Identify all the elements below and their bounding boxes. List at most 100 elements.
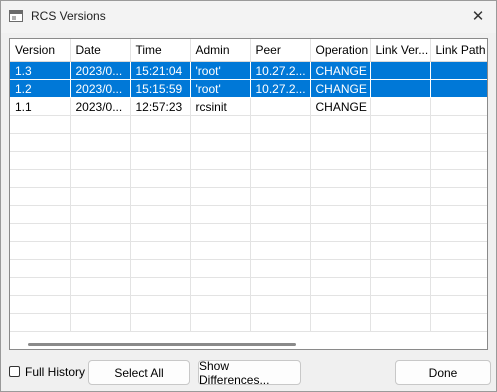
empty-cell [190,259,251,278]
empty-cell [130,151,191,170]
empty-cell [370,205,431,224]
empty-cell [250,241,311,260]
column-header-link-version[interactable]: Link Ver... [370,39,431,62]
empty-cell [130,241,191,260]
empty-cell [430,277,487,296]
empty-cell [250,313,311,332]
empty-cell [310,241,371,260]
empty-cell [370,241,431,260]
empty-cell [310,313,371,332]
cell-link-version [370,97,431,116]
empty-cell [250,133,311,152]
column-header-admin[interactable]: Admin [190,39,251,62]
rcs-versions-dialog: RCS Versions ✕ Version Date Time Admin P… [0,0,497,392]
cell-peer: 10.27.2... [250,61,311,80]
full-history-checkbox[interactable] [9,366,20,377]
cell-admin: 'root' [190,79,251,98]
empty-cell [190,241,251,260]
empty-cell [310,151,371,170]
empty-cell [130,169,191,188]
empty-cell [190,187,251,206]
empty-cell [310,187,371,206]
cell-date: 2023/0... [70,79,131,98]
empty-cell [190,205,251,224]
full-history-label[interactable]: Full History [25,365,85,379]
cell-date: 2023/0... [70,97,131,116]
window-title: RCS Versions [31,9,106,23]
column-header-version[interactable]: Version [10,39,71,62]
empty-cell [10,277,71,296]
empty-row [10,133,487,152]
empty-cell [310,295,371,314]
empty-cell [70,259,131,278]
empty-cell [130,187,191,206]
versions-table: Version Date Time Admin Peer Operation L… [10,39,487,332]
empty-row [10,313,487,332]
table-row[interactable]: 1.2 2023/0... 15:15:59'root' 10.27.2... CHAN… [10,79,487,98]
empty-cell [10,295,71,314]
empty-row [10,169,487,188]
empty-cell [130,205,191,224]
cell-version: 1.2 [10,79,71,98]
show-differences-button[interactable]: Show Differences... [198,359,301,387]
cell-peer [250,97,311,116]
empty-cell [190,277,251,296]
empty-cell [190,295,251,314]
empty-row [10,205,487,224]
empty-cell [10,115,71,134]
empty-cell [250,187,311,206]
empty-row [10,241,487,260]
empty-cell [70,241,131,260]
empty-cell [130,115,191,134]
empty-cell [430,187,487,206]
empty-cell [70,295,131,314]
cell-link-path [430,97,487,116]
table-row[interactable]: 1.1 2023/0... 12:57:23 rcsinit CHANGE [10,97,487,116]
empty-cell [250,205,311,224]
empty-cell [310,115,371,134]
done-button[interactable]: Done [395,360,491,385]
empty-cell [70,223,131,242]
empty-cell [70,313,131,332]
column-header-time[interactable]: Time [130,39,191,62]
empty-cell [190,223,251,242]
empty-cell [430,223,487,242]
empty-cell [250,169,311,188]
empty-row [10,223,487,242]
horizontal-scrollbar-thumb[interactable] [28,343,296,346]
select-all-button[interactable]: Select All [88,360,190,385]
cell-link-path [430,79,487,98]
close-icon[interactable]: ✕ [466,5,490,27]
versions-list[interactable]: Version Date Time Admin Peer Operation L… [9,38,488,350]
empty-row [10,259,487,278]
empty-cell [10,133,71,152]
empty-cell [70,205,131,224]
window-app-icon [9,10,23,22]
empty-cell [250,277,311,296]
empty-cell [130,313,191,332]
empty-cell [190,151,251,170]
empty-row [10,151,487,170]
empty-cell [10,241,71,260]
empty-cell [250,151,311,170]
cell-date: 2023/0... [70,61,131,80]
title-bar: RCS Versions ✕ [1,1,496,33]
cell-operation: CHANGE [310,97,371,116]
empty-cell [190,115,251,134]
empty-cell [250,223,311,242]
empty-cell [70,169,131,188]
table-row[interactable]: 1.3 2023/0... 15:21:04'root' 10.27.2... CHAN… [10,61,487,80]
column-header-link-path[interactable]: Link Path [430,39,487,62]
column-header-operation[interactable]: Operation [310,39,371,62]
empty-cell [370,259,431,278]
column-header-peer[interactable]: Peer [250,39,311,62]
column-header-date[interactable]: Date [70,39,131,62]
cell-version: 1.3 [10,61,71,80]
empty-cell [370,295,431,314]
cell-admin: rcsinit [190,97,251,116]
empty-cell [10,205,71,224]
empty-cell [70,187,131,206]
empty-row [10,187,487,206]
empty-cell [310,169,371,188]
empty-cell [70,115,131,134]
